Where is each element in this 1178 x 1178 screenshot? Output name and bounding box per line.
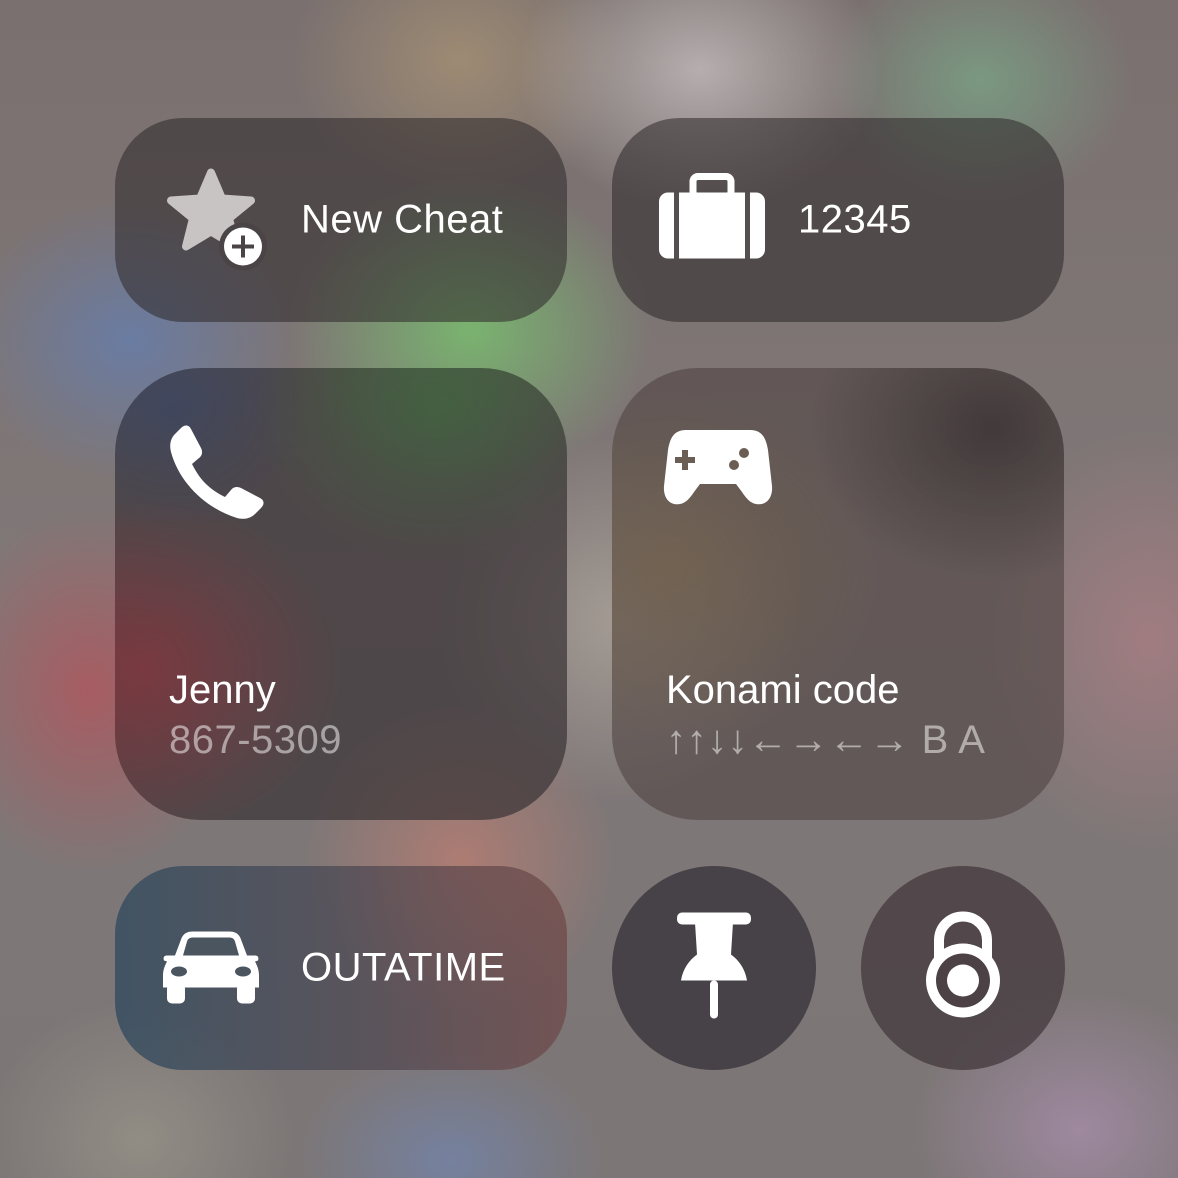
contact-name: Jenny xyxy=(169,668,276,712)
jenny-contact-tile[interactable]: Jenny 867-5309 xyxy=(115,368,567,820)
code-label: 12345 xyxy=(798,197,912,242)
gamepad-icon xyxy=(662,420,774,515)
pushpin-icon xyxy=(669,911,759,1026)
pin-toggle-button[interactable] xyxy=(612,866,816,1070)
phone-icon xyxy=(165,420,269,529)
star-add-icon xyxy=(159,163,269,278)
briefcase-icon xyxy=(656,173,768,268)
lock-toggle-button[interactable] xyxy=(861,866,1065,1070)
car-icon xyxy=(159,926,263,1011)
contact-number: 867-5309 xyxy=(169,718,343,762)
new-cheat-label: New Cheat xyxy=(301,197,504,242)
outatime-label: OUTATIME xyxy=(301,945,506,990)
konami-code-tile[interactable]: Konami code ↑↑↓↓←→←→ B A xyxy=(612,368,1064,820)
padlock-icon xyxy=(918,911,1008,1026)
new-cheat-button[interactable]: New Cheat xyxy=(115,118,567,322)
konami-sequence: ↑↑↓↓←→←→ B A xyxy=(666,718,986,762)
outatime-button[interactable]: OUTATIME xyxy=(115,866,567,1070)
code-12345-button[interactable]: 12345 xyxy=(612,118,1064,322)
konami-title: Konami code xyxy=(666,668,900,712)
